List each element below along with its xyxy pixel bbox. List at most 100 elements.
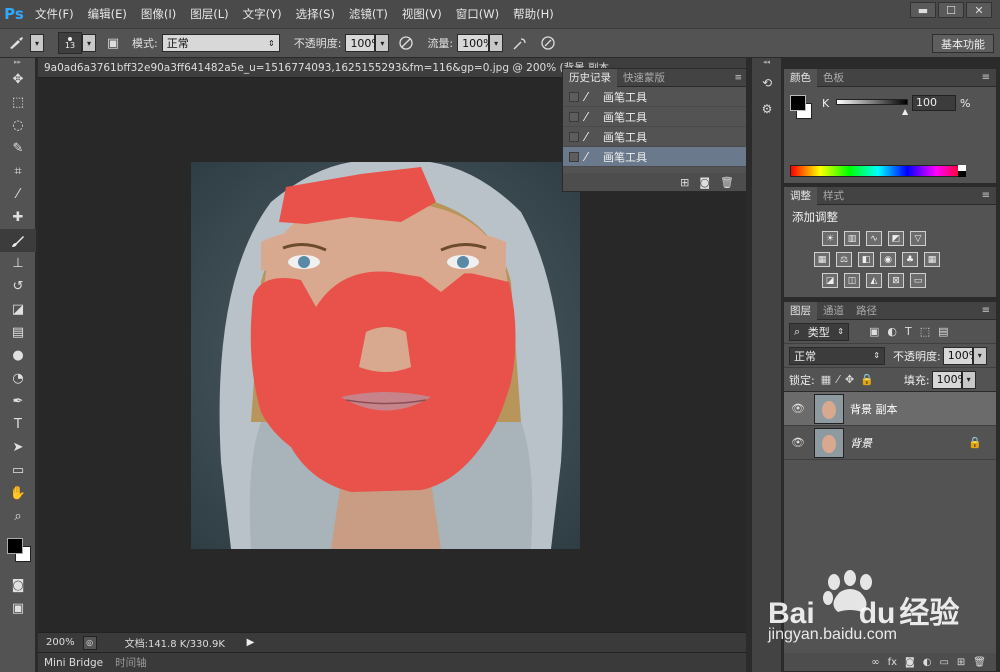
healing-tool-icon[interactable]: ✚ bbox=[0, 206, 36, 229]
doc-status-icon[interactable]: ◎ bbox=[82, 635, 97, 650]
layer-name[interactable]: 背景 bbox=[850, 435, 968, 451]
canvas-image[interactable] bbox=[191, 162, 580, 549]
history-checkbox[interactable] bbox=[569, 111, 579, 122]
panel-menu-icon[interactable]: ≡ bbox=[982, 190, 990, 201]
quick-select-tool-icon[interactable]: ✎ bbox=[0, 137, 36, 160]
layer-opacity-input[interactable]: 100% bbox=[942, 346, 979, 365]
selective-color-icon[interactable]: ⊠ bbox=[888, 273, 904, 288]
tab-styles[interactable]: 样式 bbox=[817, 187, 850, 205]
fill-dropdown[interactable]: ▾ bbox=[961, 370, 976, 389]
pen-tool-icon[interactable]: ✒ bbox=[0, 390, 36, 413]
tab-mini-bridge[interactable]: Mini Bridge bbox=[38, 653, 109, 672]
hand-tool-icon[interactable]: ✋ bbox=[0, 482, 36, 505]
flow-dropdown[interactable]: ▾ bbox=[489, 34, 504, 52]
status-menu-arrow-icon[interactable]: ▶ bbox=[247, 637, 255, 648]
panel-menu-icon[interactable]: ≡ bbox=[982, 72, 990, 83]
menu-file[interactable]: 文件(F) bbox=[28, 0, 81, 28]
tab-channels[interactable]: 通道 bbox=[817, 302, 850, 320]
photo-filter-icon[interactable]: ◉ bbox=[880, 252, 896, 267]
new-layer-icon[interactable]: ⊞ bbox=[957, 657, 965, 668]
menu-select[interactable]: 选择(S) bbox=[289, 0, 342, 28]
pressure-opacity-icon[interactable] bbox=[395, 33, 417, 53]
k-slider[interactable] bbox=[836, 99, 908, 105]
path-select-tool-icon[interactable]: ➤ bbox=[0, 436, 36, 459]
properties-dock-icon[interactable]: ⚙ bbox=[755, 98, 779, 120]
collapse-icon[interactable]: ◂◂ bbox=[752, 58, 781, 68]
layer-row-background[interactable]: 👁 背景 🔒 bbox=[784, 426, 996, 460]
brush-panel-toggle-icon[interactable]: ▣ bbox=[102, 33, 124, 53]
tab-swatches[interactable]: 色板 bbox=[817, 69, 850, 87]
new-group-icon[interactable]: ▭ bbox=[939, 657, 948, 668]
brush-tool-icon[interactable] bbox=[0, 229, 36, 252]
eraser-tool-icon[interactable]: ◪ bbox=[0, 298, 36, 321]
black-white-icon[interactable]: ◧ bbox=[858, 252, 874, 267]
trash-icon[interactable]: 🗑 bbox=[973, 657, 986, 668]
tab-paths[interactable]: 路径 bbox=[850, 302, 883, 320]
hue-saturation-icon[interactable]: ▦ bbox=[814, 252, 830, 267]
lock-transparency-icon[interactable]: ▦ bbox=[821, 373, 831, 386]
channel-mixer-icon[interactable]: ♣ bbox=[902, 252, 918, 267]
tab-timeline[interactable]: 时间轴 bbox=[109, 653, 153, 672]
marquee-tool-icon[interactable]: ⬚ bbox=[0, 91, 36, 114]
tab-color[interactable]: 颜色 bbox=[784, 68, 817, 87]
layer-opacity-dropdown[interactable]: ▾ bbox=[972, 346, 987, 365]
pressure-size-icon[interactable] bbox=[537, 33, 559, 53]
tab-quick-mask[interactable]: 快速蒙版 bbox=[617, 69, 671, 87]
lock-position-icon[interactable]: ✥ bbox=[845, 373, 854, 386]
menu-window[interactable]: 窗口(W) bbox=[449, 0, 506, 28]
foreground-color-swatch[interactable] bbox=[790, 95, 806, 111]
visibility-eye-icon[interactable]: 👁 bbox=[784, 436, 812, 449]
collapse-icon[interactable]: ▸▸ bbox=[0, 58, 35, 68]
brush-size-picker[interactable]: 13 bbox=[58, 32, 82, 54]
slider-thumb-icon[interactable]: ▲ bbox=[902, 107, 908, 116]
history-checkbox[interactable] bbox=[569, 91, 579, 102]
opacity-input[interactable]: 100% bbox=[345, 34, 382, 52]
add-mask-icon[interactable]: ◙ bbox=[905, 657, 915, 668]
exposure-icon[interactable]: ◩ bbox=[888, 231, 904, 246]
filter-pixel-icon[interactable]: ▣ bbox=[869, 325, 879, 338]
dodge-tool-icon[interactable]: ◔ bbox=[0, 367, 36, 390]
history-item-selected[interactable]: ⁄ 画笔工具 bbox=[563, 147, 746, 167]
menu-image[interactable]: 图像(I) bbox=[134, 0, 183, 28]
filter-adjustment-icon[interactable]: ◐ bbox=[887, 325, 897, 338]
screen-mode-icon[interactable]: ▣ bbox=[0, 597, 36, 620]
tab-layers[interactable]: 图层 bbox=[784, 301, 817, 320]
history-checkbox[interactable] bbox=[569, 151, 579, 162]
close-button[interactable]: ✕ bbox=[966, 2, 992, 18]
brush-size-dropdown[interactable]: ▾ bbox=[82, 34, 96, 52]
blend-mode-select[interactable]: 正常 ⇕ bbox=[789, 346, 885, 365]
fill-input[interactable]: 100% bbox=[931, 370, 968, 389]
k-value-input[interactable]: 100 bbox=[912, 95, 956, 111]
type-tool-icon[interactable]: T bbox=[0, 413, 36, 436]
foreground-color-swatch[interactable] bbox=[7, 538, 23, 554]
color-spectrum-ramp[interactable] bbox=[790, 165, 966, 177]
opacity-dropdown[interactable]: ▾ bbox=[375, 34, 390, 52]
new-snapshot-icon[interactable]: ◙ bbox=[699, 176, 710, 189]
color-balance-icon[interactable]: ⚖ bbox=[836, 252, 852, 267]
filter-smart-object-icon[interactable]: ▤ bbox=[938, 325, 948, 338]
vibrance-icon[interactable]: ▽ bbox=[910, 231, 926, 246]
panel-menu-icon[interactable]: ≡ bbox=[734, 73, 742, 83]
new-adjustment-icon[interactable]: ◐ bbox=[923, 657, 932, 668]
history-brush-tool-icon[interactable]: ↺ bbox=[0, 275, 36, 298]
history-item[interactable]: ⁄ 画笔工具 bbox=[563, 127, 746, 147]
filter-shape-icon[interactable]: ⬚ bbox=[920, 325, 930, 338]
history-dock-icon[interactable]: ⟲ bbox=[755, 72, 779, 94]
clone-stamp-tool-icon[interactable]: ⊥ bbox=[0, 252, 36, 275]
threshold-icon[interactable]: ◭ bbox=[866, 273, 882, 288]
brightness-contrast-icon[interactable]: ☀ bbox=[822, 231, 838, 246]
mode-select[interactable]: 正常 ⇕ bbox=[161, 34, 280, 52]
link-layers-icon[interactable]: ∞ bbox=[871, 657, 879, 668]
tab-history[interactable]: 历史记录 bbox=[563, 68, 617, 87]
rectangle-tool-icon[interactable]: ▭ bbox=[0, 459, 36, 482]
filter-type-icon[interactable]: T bbox=[905, 325, 912, 338]
gradient-tool-icon[interactable]: ▤ bbox=[0, 321, 36, 344]
airbrush-icon[interactable] bbox=[509, 33, 531, 53]
menu-filter[interactable]: 滤镜(T) bbox=[342, 0, 395, 28]
visibility-eye-icon[interactable]: 👁 bbox=[784, 402, 812, 415]
menu-view[interactable]: 视图(V) bbox=[395, 0, 449, 28]
gradient-map-icon[interactable]: ▭ bbox=[910, 273, 926, 288]
eyedropper-tool-icon[interactable]: ⁄ bbox=[0, 183, 36, 206]
layer-style-icon[interactable]: fx bbox=[888, 657, 897, 668]
minimize-button[interactable]: ▬ bbox=[910, 2, 936, 18]
